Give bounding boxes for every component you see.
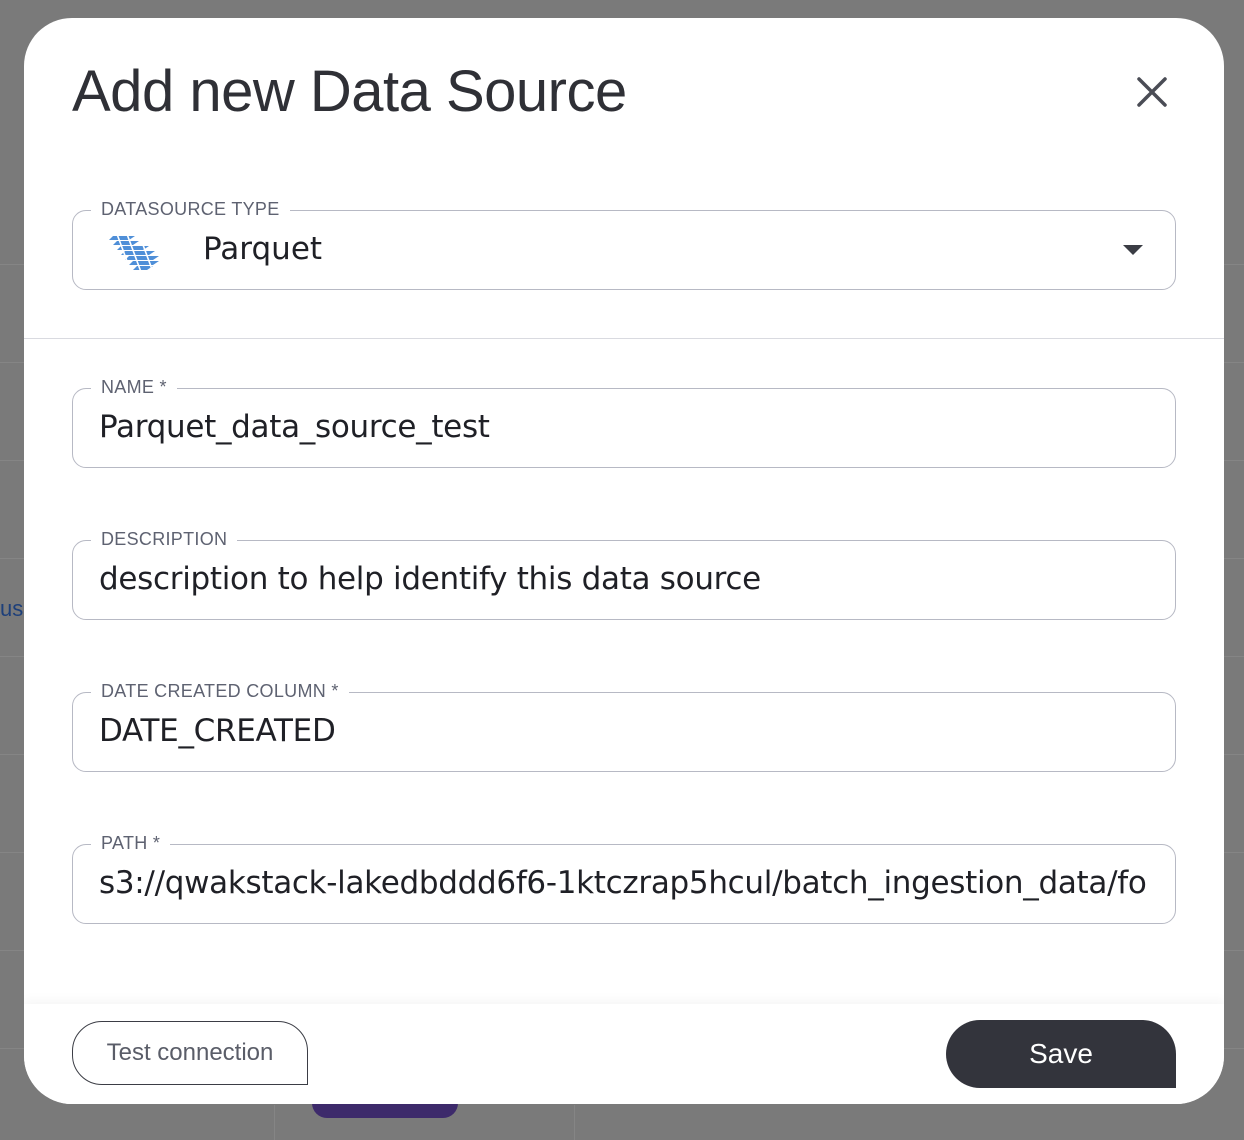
- datasource-type-value: Parquet: [203, 231, 323, 267]
- bg-column-divider: [274, 1105, 275, 1140]
- section-divider: [24, 338, 1224, 339]
- description-input[interactable]: description to help identify this data s…: [99, 541, 1149, 618]
- path-input[interactable]: s3://qwakstack-lakedbddd6f6-1ktczrap5hcu…: [99, 845, 1149, 922]
- close-button[interactable]: [1132, 72, 1172, 112]
- modal-footer: Test connection Save: [24, 1004, 1224, 1104]
- bg-link: us: [0, 596, 24, 621]
- bg-column-divider: [574, 1105, 575, 1140]
- path-field: PATH * s3://qwakstack-lakedbddd6f6-1ktcz…: [72, 831, 1176, 924]
- chevron-down-icon[interactable]: [1123, 245, 1143, 255]
- modal-title: Add new Data Source: [72, 59, 627, 124]
- datasource-type-select[interactable]: DATASOURCE TYPE Parquet: [72, 197, 1176, 290]
- description-field: DESCRIPTION description to help identify…: [72, 527, 1176, 620]
- parquet-logo-icon: [109, 233, 159, 272]
- close-icon: [1137, 77, 1167, 107]
- name-field: NAME * Parquet_data_source_test: [72, 375, 1176, 468]
- name-input[interactable]: Parquet_data_source_test: [99, 389, 1149, 466]
- date-created-column-field: DATE CREATED COLUMN * DATE_CREATED: [72, 679, 1176, 772]
- add-data-source-modal: Add new Data Source DATASOURCE TYPE Parq…: [24, 18, 1224, 1104]
- date-created-column-input[interactable]: DATE_CREATED: [99, 693, 1149, 770]
- test-connection-button[interactable]: Test connection: [72, 1021, 308, 1085]
- save-button[interactable]: Save: [946, 1020, 1176, 1088]
